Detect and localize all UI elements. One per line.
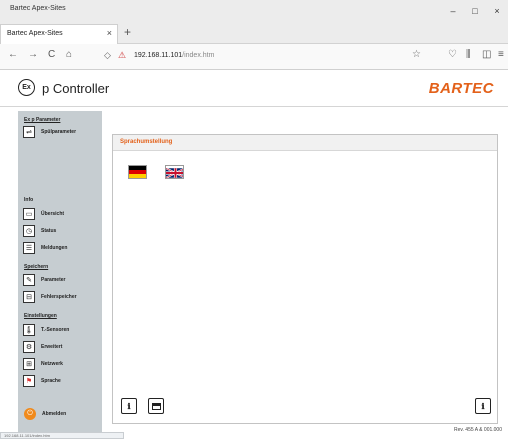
sidebar-item-erweitert[interactable]: ⚙ Erweitert <box>23 340 62 354</box>
sidebar-item-label: Parameter <box>41 277 66 283</box>
version-label: Rev. 455 A & 001.000 <box>453 427 502 433</box>
url-text: 192.168.11.101/index.htm <box>134 52 214 59</box>
sidebar-item-t-sensoren[interactable]: 🌡 T.-Sensoren <box>23 323 69 337</box>
library-icon[interactable]: ⫼ <box>466 49 471 60</box>
main-panel: Sprachumstellung ℹ ℹ <box>112 134 498 424</box>
tab-close-button[interactable]: × <box>107 28 112 38</box>
sidebar: Ex p Parameter ⇌ Spülparameter Info ▭ Üb… <box>18 111 102 436</box>
minimize-button[interactable]: – <box>442 0 464 22</box>
temperature-sensor-icon: 🌡 <box>23 324 35 336</box>
section-ex-p-parameter[interactable]: Ex p Parameter <box>24 117 60 123</box>
sidebar-item-spuelparameter[interactable]: ⇌ Spülparameter <box>23 125 76 139</box>
pocket-icon[interactable]: ♡ <box>448 49 457 60</box>
sidebar-item-label: Fehlerspeicher <box>41 294 77 300</box>
sidebar-item-netzwerk[interactable]: ⊞ Netzwerk <box>23 357 63 371</box>
close-window-button[interactable]: × <box>486 0 508 22</box>
reload-button[interactable]: C <box>48 49 55 60</box>
messages-icon: ☰ <box>23 242 35 254</box>
advanced-icon: ⚙ <box>23 341 35 353</box>
logout-icon[interactable]: ⏻ <box>24 408 36 420</box>
status-bar: 192.168.11.101/index.htm <box>0 432 124 439</box>
sidebar-item-label: Übersicht <box>41 211 65 217</box>
sidebar-item-label: Sprache <box>41 378 61 384</box>
sidebar-item-sprache[interactable]: ⚑ Sprache <box>23 374 61 388</box>
parameter-save-icon: ✎ <box>23 274 35 286</box>
app-title: p Controller <box>42 81 110 96</box>
url-host: 192.168.11.101 <box>134 52 183 59</box>
window-titlebar: Bartec Apex-Sites – □ × <box>0 0 508 22</box>
sidebar-item-label: Status <box>41 228 57 234</box>
bartec-logo: BARTEC <box>428 80 494 97</box>
sidebar-item-label: Spülparameter <box>41 129 77 135</box>
window-controls: – □ × <box>442 0 508 22</box>
panel-title: Sprachumstellung <box>120 139 173 145</box>
section-speichern: Speichern <box>24 264 49 270</box>
back-button[interactable]: ← <box>8 49 18 60</box>
menu-icon[interactable]: ≡ <box>498 49 504 60</box>
sidebar-item-status[interactable]: ◷ Status <box>23 224 56 238</box>
sidebar-item-fehlerspeicher[interactable]: ⊟ Fehlerspeicher <box>23 290 77 304</box>
section-einstellungen: Einstellungen <box>24 313 57 319</box>
app-header: Ex p Controller BARTEC <box>0 71 508 107</box>
help-button[interactable]: ℹ <box>121 398 137 414</box>
sidebar-item-uebersicht[interactable]: ▭ Übersicht <box>23 207 64 221</box>
logout-button[interactable]: Abmelden <box>42 411 66 417</box>
network-icon: ⊞ <box>23 358 35 370</box>
sidebar-item-label: Meldungen <box>41 245 68 251</box>
status-icon: ◷ <box>23 225 35 237</box>
sidebar-item-meldungen[interactable]: ☰ Meldungen <box>23 241 67 255</box>
sidebar-icon[interactable]: ◫ <box>482 49 491 60</box>
address-bar[interactable]: ◇ ⚠ 192.168.11.101/index.htm <box>100 48 430 66</box>
window-icon <box>151 402 161 410</box>
language-icon: ⚑ <box>23 375 35 387</box>
sidebar-item-parameter[interactable]: ✎ Parameter <box>23 273 65 287</box>
sidebar-item-label: Erweitert <box>41 344 63 350</box>
window-button[interactable] <box>148 398 164 414</box>
lock-icon: ⚠ <box>118 50 127 60</box>
maximize-button[interactable]: □ <box>464 0 486 22</box>
tab-bar: Bartec Apex-Sites × + <box>0 22 508 44</box>
overview-icon: ▭ <box>23 208 35 220</box>
window-title: Bartec Apex-Sites <box>10 5 66 12</box>
panel-header: Sprachumstellung <box>113 135 497 151</box>
help-button-right[interactable]: ℹ <box>475 398 491 414</box>
shield-icon: ◇ <box>104 50 111 60</box>
sidebar-item-label: Netzwerk <box>41 361 63 367</box>
tab-label: Bartec Apex-Sites <box>7 30 63 37</box>
forward-button[interactable]: → <box>28 49 38 60</box>
section-info: Info <box>24 197 34 203</box>
new-tab-button[interactable]: + <box>124 25 131 39</box>
browser-tab[interactable]: Bartec Apex-Sites × <box>0 24 118 44</box>
url-path: /index.htm <box>182 52 215 59</box>
star-icon[interactable]: ☆ <box>412 49 421 60</box>
gb-flag-icon[interactable] <box>165 165 184 179</box>
error-memory-icon: ⊟ <box>23 291 35 303</box>
sidebar-item-label: T.-Sensoren <box>41 327 70 333</box>
ex-logo-icon: Ex <box>18 79 35 96</box>
home-button[interactable]: ⌂ <box>66 49 72 60</box>
navigation-bar: ← → C ⌂ ◇ ⚠ 192.168.11.101/index.htm ☆ ♡… <box>0 44 508 70</box>
de-flag-icon[interactable] <box>128 165 147 179</box>
flush-parameter-icon: ⇌ <box>23 126 35 138</box>
